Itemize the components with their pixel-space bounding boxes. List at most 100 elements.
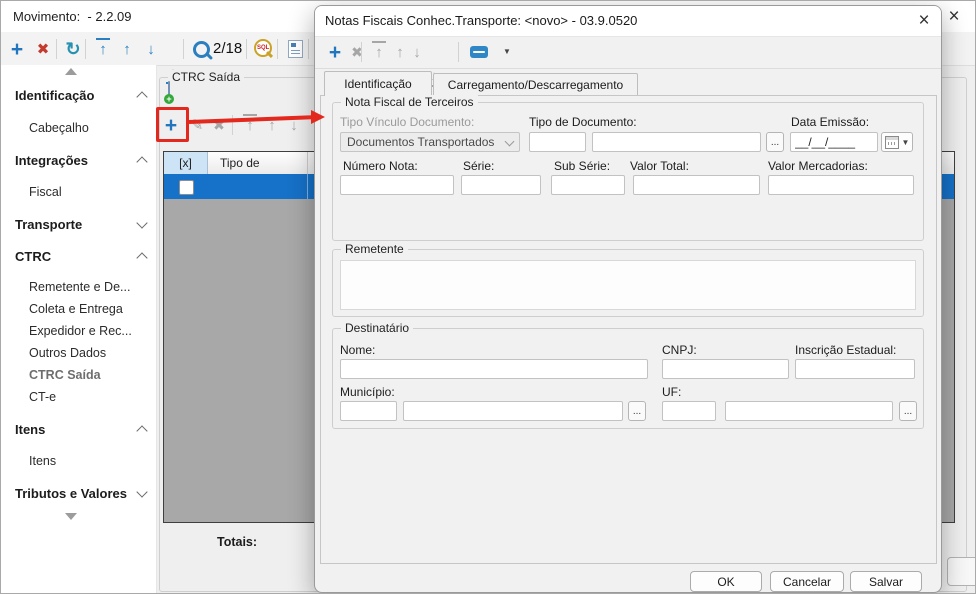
sub-serie-field[interactable] bbox=[551, 175, 625, 195]
panel-delete-icon[interactable]: ✖ bbox=[207, 113, 231, 137]
annotation-highlight-rectangle bbox=[156, 107, 189, 142]
toolbar-separator bbox=[361, 42, 362, 62]
numero-nota-label: Número Nota: bbox=[343, 159, 418, 173]
tipo-documento-browse-button[interactable]: ... bbox=[766, 132, 784, 152]
caret-down-icon: ▼ bbox=[901, 137, 910, 147]
date-picker-button[interactable]: ▼ bbox=[881, 132, 913, 152]
first-record-icon[interactable]: ↑ bbox=[91, 37, 115, 61]
sidebar-item-expedidor-recebedor[interactable]: Expedidor e Rec... bbox=[29, 323, 132, 339]
tipo-vinculo-value: Documentos Transportados bbox=[347, 135, 495, 149]
sidebar-item-ctrc-saida[interactable]: CTRC Saída bbox=[29, 367, 101, 383]
cnpj-field[interactable] bbox=[662, 359, 789, 379]
panel-title: CTRC Saída bbox=[168, 70, 245, 84]
valor-total-field[interactable] bbox=[633, 175, 760, 195]
toolbar-separator bbox=[56, 39, 57, 59]
dialog-delete-icon[interactable]: ✖ bbox=[345, 40, 369, 64]
save-button[interactable]: Salvar bbox=[850, 571, 922, 592]
tipo-vinculo-dropdown[interactable]: Documentos Transportados bbox=[340, 132, 520, 152]
nome-field[interactable] bbox=[340, 359, 648, 379]
search-icon[interactable] bbox=[189, 37, 213, 61]
main-window-title: Movimento: - 2.2.09 bbox=[13, 9, 132, 24]
uf-name-field[interactable] bbox=[725, 401, 893, 421]
toolbar-separator bbox=[183, 39, 184, 59]
sidebar-item-label: Expedidor e Rec... bbox=[29, 324, 132, 338]
grid-add-glyph bbox=[168, 81, 170, 100]
sidebar-item-fiscal[interactable]: Fiscal bbox=[29, 184, 62, 200]
destinatario-group: Destinatário Nome: CNPJ: Inscrição Estad… bbox=[332, 321, 924, 429]
add-grid-row-icon[interactable] bbox=[168, 81, 170, 100]
row-checkbox[interactable] bbox=[179, 180, 194, 195]
valor-mercadorias-field[interactable] bbox=[768, 175, 914, 195]
sidebar-section-integracoes[interactable]: Integrações bbox=[15, 152, 148, 168]
delete-record-icon[interactable]: ✖ bbox=[31, 37, 55, 61]
sidebar-item-label: CT-e bbox=[29, 390, 57, 404]
toolbar-separator bbox=[308, 39, 309, 59]
dialog-next-icon[interactable]: ↓ bbox=[405, 40, 429, 64]
serie-field[interactable] bbox=[461, 175, 541, 195]
previous-record-icon[interactable]: ↑ bbox=[115, 37, 139, 61]
toolbar-separator bbox=[246, 39, 247, 59]
sidebar-section-ctrc[interactable]: CTRC bbox=[15, 248, 148, 264]
remetente-empty-area bbox=[340, 260, 916, 310]
print-dropdown-icon[interactable]: ▼ bbox=[495, 40, 519, 64]
dialog-close-icon[interactable]: × bbox=[913, 10, 935, 32]
sidebar-item-cabecalho[interactable]: Cabeçalho bbox=[29, 120, 89, 136]
tab-identificacao[interactable]: Identificação bbox=[324, 71, 432, 96]
sidebar-section-transporte[interactable]: Transporte bbox=[15, 216, 148, 232]
chevron-down-icon bbox=[504, 136, 515, 146]
next-record-icon[interactable]: ↓ bbox=[139, 37, 163, 61]
dialog-add-icon[interactable]: + bbox=[323, 40, 347, 64]
column-divider bbox=[307, 174, 308, 199]
tipo-documento-name-field[interactable] bbox=[592, 132, 761, 152]
nota-fiscal-terceiros-group: Nota Fiscal de Terceiros Tipo Vínculo Do… bbox=[332, 95, 924, 241]
form-list-icon[interactable] bbox=[283, 37, 307, 61]
column-header-check[interactable]: [x] bbox=[164, 152, 208, 174]
chevron-up-icon bbox=[136, 252, 148, 264]
sidebar-section-tributos-valores[interactable]: Tributos e Valores bbox=[15, 485, 148, 501]
sidebar-item-cte[interactable]: CT-e bbox=[29, 389, 56, 405]
sidebar-item-label: Coleta e Entrega bbox=[29, 302, 123, 316]
sub-serie-label: Sub Série: bbox=[554, 159, 611, 173]
dialog-title: Notas Fiscais Conhec.Transporte: <novo> … bbox=[325, 13, 638, 28]
sidebar-item-label: Outros Dados bbox=[29, 346, 107, 360]
sidebar-item-outros-dados[interactable]: Outros Dados bbox=[29, 345, 106, 361]
sidebar-scroll-up-icon[interactable] bbox=[65, 68, 77, 75]
data-emissao-label: Data Emissão: bbox=[791, 115, 870, 129]
chevron-up-icon bbox=[136, 156, 148, 168]
sidebar-item-itens[interactable]: Itens bbox=[29, 453, 56, 469]
municipio-code-field[interactable] bbox=[340, 401, 397, 421]
main-window-close-icon[interactable]: × bbox=[943, 6, 965, 28]
add-record-icon[interactable]: + bbox=[5, 37, 29, 61]
sidebar-scroll-down-icon[interactable] bbox=[65, 513, 77, 520]
refresh-icon[interactable]: ↻ bbox=[61, 37, 85, 61]
printer-glyph bbox=[470, 46, 488, 58]
chevron-up-icon bbox=[136, 91, 148, 103]
calendar-icon bbox=[884, 135, 899, 149]
sidebar-item-label: CTRC Saída bbox=[29, 368, 101, 382]
tipo-documento-code-field[interactable] bbox=[529, 132, 586, 152]
municipio-name-field[interactable] bbox=[403, 401, 623, 421]
inscricao-estadual-label: Inscrição Estadual: bbox=[795, 343, 897, 357]
chevron-down-icon bbox=[136, 216, 148, 229]
sql-magnifier-glyph: SQL bbox=[254, 39, 274, 59]
tab-carregamento-descarregamento[interactable]: Carregamento/Descarregamento bbox=[433, 73, 638, 96]
sidebar-section-identificacao[interactable]: Identificação bbox=[15, 87, 148, 103]
sidebar-item-remetente-destinatario[interactable]: Remetente e De... bbox=[29, 279, 130, 295]
cnpj-label: CNPJ: bbox=[662, 343, 697, 357]
inscricao-estadual-field[interactable] bbox=[795, 359, 915, 379]
sidebar-section-itens[interactable]: Itens bbox=[15, 421, 148, 437]
sql-search-icon[interactable]: SQL bbox=[252, 37, 276, 61]
uf-browse-button[interactable]: ... bbox=[899, 401, 917, 421]
data-emissao-field[interactable] bbox=[790, 132, 878, 152]
sidebar-item-label: Fiscal bbox=[29, 185, 62, 199]
cancel-button[interactable]: Cancelar bbox=[770, 571, 844, 592]
sidebar-section-label: Integrações bbox=[15, 152, 88, 168]
background-button[interactable] bbox=[947, 557, 975, 586]
numero-nota-field[interactable] bbox=[340, 175, 454, 195]
ok-button[interactable]: OK bbox=[690, 571, 762, 592]
print-icon[interactable] bbox=[467, 40, 491, 64]
uf-code-field[interactable] bbox=[662, 401, 716, 421]
sidebar-item-coleta-entrega[interactable]: Coleta e Entrega bbox=[29, 301, 123, 317]
municipio-browse-button[interactable]: ... bbox=[628, 401, 646, 421]
annotation-arrowhead bbox=[311, 110, 325, 124]
